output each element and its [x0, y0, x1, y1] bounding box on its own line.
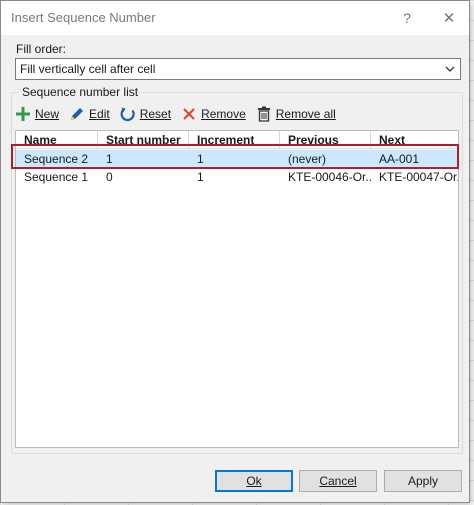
remove-all-button[interactable]: Remove all — [256, 106, 336, 122]
table-row[interactable]: Sequence 2 1 1 (never) AA-001 — [16, 150, 458, 168]
cell-previous: KTE-00046-Or... — [288, 170, 371, 184]
new-button[interactable]: New — [15, 106, 59, 122]
ok-label: Ok — [246, 474, 262, 488]
table-header: Name Start number Increment Previous Nex… — [16, 131, 458, 149]
new-label: New — [35, 107, 60, 121]
fill-order-label: Fill order: — [16, 42, 67, 56]
cancel-button[interactable]: Cancel — [299, 470, 377, 492]
column-header-previous[interactable]: Previous — [280, 131, 371, 149]
help-button[interactable]: ? — [392, 5, 422, 31]
reset-icon — [120, 107, 135, 122]
remove-button[interactable]: Remove — [181, 106, 246, 122]
cell-name: Sequence 1 — [24, 170, 89, 184]
remove-label: Remove — [201, 107, 246, 121]
dialog-title: Insert Sequence Number — [11, 10, 156, 25]
chevron-down-icon — [445, 66, 455, 72]
remove-x-icon — [183, 108, 195, 120]
sequence-toolbar: New Edit Reset Remove Remove all — [15, 104, 346, 124]
ok-button[interactable]: Ok — [215, 470, 293, 492]
remove-all-label: Remove all — [275, 107, 336, 121]
cell-previous: (never) — [288, 152, 327, 166]
cell-start-number: 0 — [106, 170, 113, 184]
column-header-increment[interactable]: Increment — [189, 131, 280, 149]
apply-label: Apply — [407, 474, 439, 488]
cell-start-number: 1 — [106, 152, 113, 166]
trash-icon — [257, 106, 270, 122]
cell-increment: 1 — [197, 170, 204, 184]
cell-name: Sequence 2 — [24, 152, 89, 166]
cell-increment: 1 — [197, 152, 204, 166]
column-header-next[interactable]: Next — [371, 131, 458, 149]
apply-button[interactable]: Apply — [384, 470, 462, 492]
plus-icon — [16, 107, 30, 121]
pencil-icon — [71, 108, 84, 120]
reset-label: Reset — [139, 107, 172, 121]
column-header-name[interactable]: Name — [16, 131, 98, 149]
cell-next: AA-001 — [379, 152, 420, 166]
title-bar: Insert Sequence Number ? ✕ — [1, 1, 469, 35]
cancel-label: Cancel — [319, 474, 357, 488]
edit-label: Edit — [89, 107, 110, 121]
edit-button[interactable]: Edit — [69, 106, 110, 122]
sequence-list-label: Sequence number list — [19, 85, 142, 99]
fill-order-dropdown[interactable]: Fill vertically cell after cell — [15, 58, 461, 80]
cell-next: KTE-00047-Or... — [379, 170, 458, 184]
close-button[interactable]: ✕ — [434, 5, 464, 31]
table-row[interactable]: Sequence 1 0 1 KTE-00046-Or... KTE-00047… — [16, 168, 458, 186]
insert-sequence-number-dialog: Insert Sequence Number ? ✕ Fill order: F… — [0, 0, 470, 503]
reset-button[interactable]: Reset — [120, 106, 171, 122]
column-header-start-number[interactable]: Start number — [98, 131, 189, 149]
fill-order-value: Fill vertically cell after cell — [20, 62, 156, 76]
sequence-table: Name Start number Increment Previous Nex… — [15, 130, 459, 448]
